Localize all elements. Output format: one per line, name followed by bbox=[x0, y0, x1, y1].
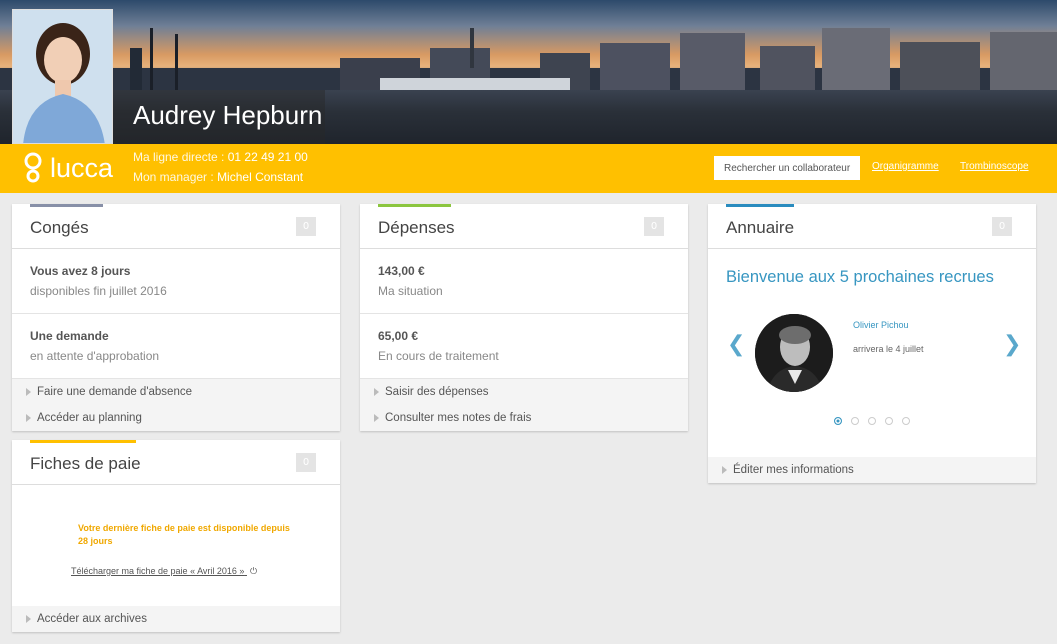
carousel-dots bbox=[834, 417, 910, 425]
profile-photo[interactable] bbox=[12, 9, 113, 144]
paie-header: Fiches de paie 0 bbox=[12, 440, 340, 485]
depenses-card: Dépenses 0 143,00 € Ma situation 65,00 €… bbox=[360, 204, 688, 431]
organigramme-link[interactable]: Organigramme bbox=[872, 161, 939, 172]
recruit-avatar[interactable] bbox=[755, 314, 833, 392]
recruit-arrival: arrivera le 4 juillet bbox=[853, 344, 924, 354]
search-input[interactable] bbox=[714, 156, 860, 180]
manager-name[interactable]: Michel Constant bbox=[217, 170, 303, 184]
action-label: Accéder aux archives bbox=[37, 613, 147, 625]
paie-title: Fiches de paie bbox=[30, 454, 141, 473]
depenses-title: Dépenses bbox=[378, 218, 455, 237]
conges-row: Une demande en attente d'approbation bbox=[12, 314, 340, 379]
chevron-right-icon bbox=[722, 466, 727, 474]
annuaire-count-badge: 0 bbox=[992, 217, 1012, 236]
planning-link[interactable]: Accéder au planning bbox=[12, 405, 340, 431]
carousel-dot[interactable] bbox=[885, 417, 893, 425]
carousel-dot[interactable] bbox=[902, 417, 910, 425]
action-label: Accéder au planning bbox=[37, 412, 142, 424]
chevron-right-icon bbox=[26, 615, 31, 623]
direct-line: Ma ligne directe : 01 22 49 21 00 bbox=[133, 150, 308, 164]
annuaire-title: Annuaire bbox=[726, 218, 795, 237]
chevron-right-icon bbox=[374, 388, 379, 396]
annuaire-header: Annuaire 0 bbox=[708, 204, 1036, 249]
welcome-heading: Bienvenue aux 5 prochaines recrues bbox=[726, 268, 994, 286]
carousel-dot[interactable] bbox=[868, 417, 876, 425]
lucca-logo[interactable]: lucca bbox=[22, 151, 113, 185]
depenses-sub: Ma situation bbox=[378, 284, 443, 298]
depenses-value: 143,00 € bbox=[378, 264, 425, 278]
action-label: Faire une demande d'absence bbox=[37, 386, 192, 398]
chevron-right-icon[interactable]: ❯ bbox=[1003, 332, 1021, 357]
depenses-value: 65,00 € bbox=[378, 329, 419, 343]
archives-link[interactable]: Accéder aux archives bbox=[12, 606, 340, 632]
carousel-dot[interactable] bbox=[834, 417, 842, 425]
depenses-header: Dépenses 0 bbox=[360, 204, 688, 249]
annuaire-card: Annuaire 0 Bienvenue aux 5 prochaines re… bbox=[708, 204, 1036, 483]
profile-name: Audrey Hepburn bbox=[133, 100, 323, 130]
depenses-count-badge: 0 bbox=[644, 217, 664, 236]
city-skyline bbox=[0, 28, 1057, 98]
manager-label: Mon manager : bbox=[133, 170, 214, 184]
chevron-right-icon bbox=[26, 414, 31, 422]
chevron-right-icon bbox=[26, 388, 31, 396]
action-label: Saisir des dépenses bbox=[385, 386, 489, 398]
action-label: Éditer mes informations bbox=[733, 464, 854, 476]
conges-title: Congés bbox=[30, 218, 89, 237]
chevron-right-icon bbox=[374, 414, 379, 422]
paie-actions: Accéder aux archives bbox=[12, 606, 340, 632]
depenses-actions: Saisir des dépenses Consulter mes notes … bbox=[360, 379, 688, 431]
edit-info-link[interactable]: Éditer mes informations bbox=[708, 457, 1036, 483]
download-icon: ⏻ bbox=[249, 566, 258, 576]
top-bar: lucca Ma ligne directe : 01 22 49 21 00 … bbox=[0, 144, 1057, 193]
direct-line-label: Ma ligne directe : bbox=[133, 150, 225, 164]
request-absence-link[interactable]: Faire une demande d'absence bbox=[12, 379, 340, 405]
depenses-row: 65,00 € En cours de traitement bbox=[360, 314, 688, 379]
download-payslip-link[interactable]: Télécharger ma fiche de paie « Avril 201… bbox=[71, 566, 257, 577]
conges-value: Une demande bbox=[30, 329, 109, 343]
payslip-message: Votre dernière fiche de paie est disponi… bbox=[78, 523, 290, 546]
depenses-sub: En cours de traitement bbox=[378, 349, 499, 363]
enter-expenses-link[interactable]: Saisir des dépenses bbox=[360, 379, 688, 405]
annuaire-actions: Éditer mes informations bbox=[708, 457, 1036, 483]
paie-count-badge: 0 bbox=[296, 453, 316, 472]
conges-value: Vous avez 8 jours bbox=[30, 264, 131, 278]
expense-reports-link[interactable]: Consulter mes notes de frais bbox=[360, 405, 688, 431]
lucca-logo-icon bbox=[24, 152, 42, 183]
paie-card: Fiches de paie 0 Votre dernière fiche de… bbox=[12, 440, 340, 632]
download-payslip-label: Télécharger ma fiche de paie « Avril 201… bbox=[71, 566, 245, 576]
logo-text: lucca bbox=[50, 152, 114, 183]
conges-header: Congés 0 bbox=[12, 204, 340, 249]
conges-count-badge: 0 bbox=[296, 217, 316, 236]
conges-sub: en attente d'approbation bbox=[30, 349, 160, 363]
recruit-name-link[interactable]: Olivier Pichou bbox=[853, 320, 909, 330]
conges-actions: Faire une demande d'absence Accéder au p… bbox=[12, 379, 340, 431]
chevron-left-icon[interactable]: ❮ bbox=[727, 332, 745, 357]
conges-row: Vous avez 8 jours disponibles fin juille… bbox=[12, 249, 340, 314]
manager-line: Mon manager : Michel Constant bbox=[133, 170, 303, 184]
trombinoscope-link[interactable]: Trombinoscope bbox=[960, 161, 1029, 172]
depenses-row: 143,00 € Ma situation bbox=[360, 249, 688, 314]
conges-sub: disponibles fin juillet 2016 bbox=[30, 284, 167, 298]
action-label: Consulter mes notes de frais bbox=[385, 412, 532, 424]
carousel-dot[interactable] bbox=[851, 417, 859, 425]
direct-line-number: 01 22 49 21 00 bbox=[227, 150, 308, 164]
conges-card: Congés 0 Vous avez 8 jours disponibles f… bbox=[12, 204, 340, 431]
